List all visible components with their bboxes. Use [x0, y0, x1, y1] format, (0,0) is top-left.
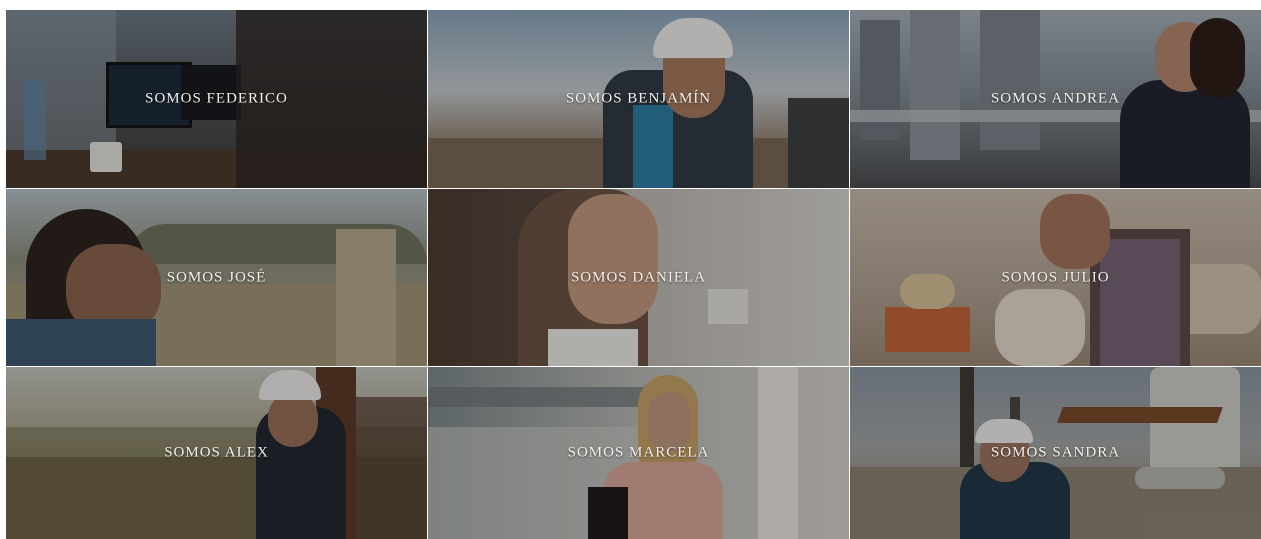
tile-daniela[interactable]: SOMOS DANIELA: [428, 189, 849, 366]
tile-label: SOMOS MARCELA: [567, 444, 710, 461]
tile-jose[interactable]: SOMOS JOSÉ: [6, 189, 427, 366]
tile-label: SOMOS FEDERICO: [145, 90, 288, 107]
tile-label: SOMOS DANIELA: [570, 269, 707, 285]
tile-label: SOMOS BENJAMÍN: [565, 90, 712, 107]
tile-federico[interactable]: SOMOS FEDERICO: [6, 10, 427, 188]
tile-julio[interactable]: SOMOS JULIO: [850, 189, 1261, 366]
tile-label: SOMOS JOSÉ: [166, 269, 267, 285]
tile-marcela[interactable]: SOMOS MARCELA: [428, 367, 849, 539]
tile-label: SOMOS ALEX: [164, 444, 269, 461]
tile-label: SOMOS JULIO: [1001, 269, 1110, 285]
tile-benjamin[interactable]: SOMOS BENJAMÍN: [428, 10, 849, 188]
tile-label: SOMOS ANDREA: [990, 90, 1121, 107]
tile-sandra[interactable]: SOMOS SANDRA: [850, 367, 1261, 539]
tile-andrea[interactable]: SOMOS ANDREA: [850, 10, 1261, 188]
people-gallery-grid: SOMOS FEDERICO SOMOS BENJAMÍN SOMOS ANDR…: [6, 10, 1261, 539]
tile-alex[interactable]: SOMOS ALEX: [6, 367, 427, 539]
tile-label: SOMOS SANDRA: [990, 444, 1121, 461]
